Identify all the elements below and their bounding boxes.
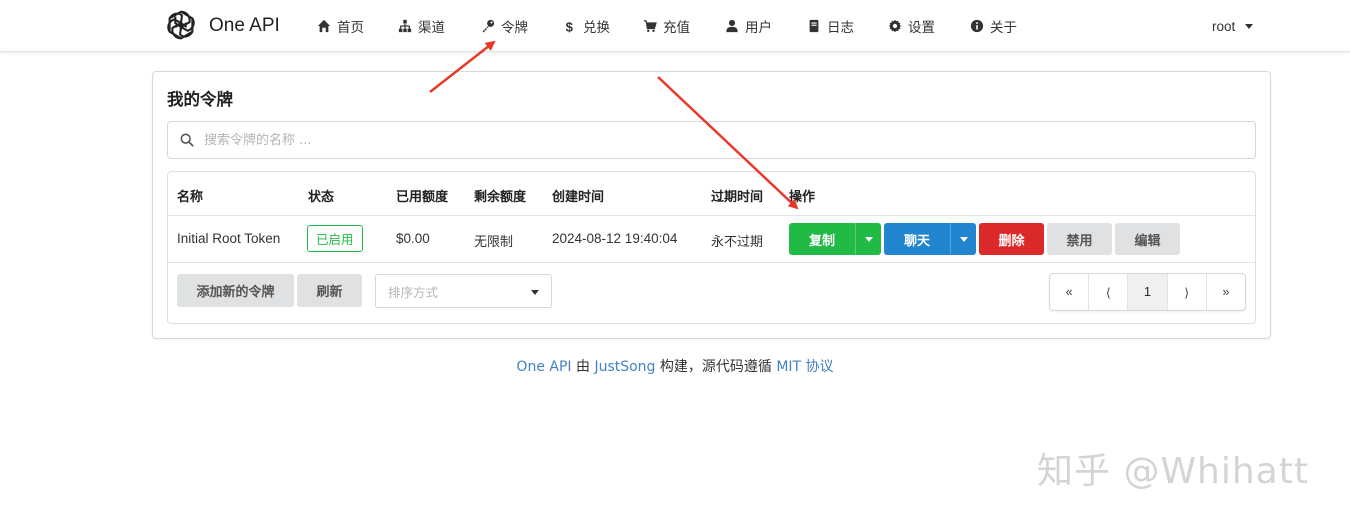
top-navbar: One API 首页 渠道 令牌 $ 兑换 充值 用户 日志 设置 关于 roo… [0, 0, 1350, 52]
home-icon [317, 19, 331, 33]
table-row: Initial Root Token 已启用 $0.00 无限制 2024-08… [168, 216, 1255, 263]
status-badge: 已启用 [307, 225, 363, 252]
user-menu[interactable]: root [1212, 14, 1254, 38]
user-icon [726, 19, 738, 33]
nav-item-channels[interactable]: 渠道 [398, 14, 445, 38]
info-icon [970, 19, 984, 33]
nav-item-tokens[interactable]: 令牌 [481, 14, 528, 38]
nav-item-label: 渠道 [418, 20, 445, 36]
nav-item-label: 日志 [827, 20, 854, 36]
key-icon [482, 19, 495, 33]
nav-item-label: 兑换 [583, 20, 610, 36]
nav-item-label: 关于 [990, 20, 1017, 36]
nav-item-logs[interactable]: 日志 [807, 14, 854, 38]
search-box[interactable] [167, 121, 1256, 159]
page-last-button[interactable]: » [1207, 274, 1245, 310]
footer-project-link[interactable]: One API [516, 359, 571, 375]
sitemap-icon [398, 19, 412, 33]
token-name: Initial Root Token [177, 231, 281, 246]
token-remaining: 无限制 [474, 235, 514, 250]
sort-select-placeholder: 排序方式 [388, 284, 439, 300]
table-header: 名称 状态 已用额度 剩余额度 创建时间 过期时间 操作 [168, 172, 1255, 216]
nav-item-home[interactable]: 首页 [317, 14, 364, 38]
cart-icon [643, 20, 657, 33]
chevron-down-icon [864, 236, 873, 242]
page-first-button[interactable]: « [1050, 274, 1090, 310]
edit-button[interactable]: 编辑 [1115, 223, 1180, 255]
dollar-icon: $ [566, 19, 574, 33]
brand-name: One API [209, 15, 280, 36]
refresh-button[interactable]: 刷新 [297, 274, 362, 307]
gear-icon [888, 19, 902, 33]
site-footer: One API 由 JustSong 构建，源代码遵循 MIT 协议 [0, 356, 1350, 376]
nav-item-topup[interactable]: 充值 [643, 14, 690, 38]
search-input[interactable] [204, 132, 1204, 148]
chevron-down-icon [531, 290, 539, 295]
copy-dropdown-toggle[interactable] [855, 223, 881, 255]
nav-item-label: 用户 [745, 20, 772, 36]
column-header-used[interactable]: 已用额度 [396, 186, 448, 205]
tokens-table: 名称 状态 已用额度 剩余额度 创建时间 过期时间 操作 Initial Roo… [167, 171, 1256, 324]
nav-item-redeem[interactable]: $ 兑换 [563, 14, 610, 38]
nav-item-settings[interactable]: 设置 [888, 14, 935, 38]
nav-item-users[interactable]: 用户 [725, 14, 772, 38]
token-expires: 永不过期 [711, 235, 764, 250]
column-header-remaining[interactable]: 剩余额度 [474, 186, 526, 205]
page-next-button[interactable]: ⟩ [1168, 274, 1207, 310]
token-created: 2024-08-12 19:40:04 [552, 231, 678, 246]
username: root [1212, 18, 1236, 34]
chat-button[interactable]: 聊天 [884, 223, 976, 255]
add-token-button[interactable]: 添加新的令牌 [177, 274, 294, 307]
footer-author-link[interactable]: JustSong [594, 359, 655, 375]
search-icon [180, 133, 194, 147]
disable-button[interactable]: 禁用 [1047, 223, 1112, 255]
openai-logo-icon [167, 10, 195, 40]
chat-button-label: 聊天 [903, 233, 930, 249]
footer-text: 由 [571, 359, 595, 375]
column-header-status[interactable]: 状态 [308, 186, 334, 205]
nav-item-about[interactable]: 关于 [970, 14, 1017, 38]
table-footer: 添加新的令牌 刷新 排序方式 « ⟨ 1 ⟩ » [168, 263, 1255, 323]
page-prev-button[interactable]: ⟨ [1089, 274, 1129, 310]
tokens-card: 我的令牌 名称 状态 已用额度 剩余额度 创建时间 过期时间 操作 Initia… [152, 71, 1271, 339]
nav-item-label: 令牌 [501, 20, 528, 36]
book-icon [809, 19, 819, 33]
chevron-down-icon [1245, 23, 1254, 29]
column-header-expires[interactable]: 过期时间 [711, 186, 763, 205]
copy-button[interactable]: 复制 [789, 223, 881, 255]
footer-license-link[interactable]: MIT 协议 [776, 359, 833, 375]
sort-select[interactable]: 排序方式 [375, 274, 552, 308]
column-header-actions: 操作 [789, 190, 816, 205]
token-used: $0.00 [396, 231, 430, 246]
brand[interactable]: One API [162, 7, 280, 45]
page-title: 我的令牌 [167, 90, 233, 109]
chevron-down-icon [959, 236, 968, 242]
copy-button-label: 复制 [808, 233, 835, 249]
column-header-name[interactable]: 名称 [177, 186, 203, 205]
page-current-button[interactable]: 1 [1128, 274, 1168, 310]
column-header-created[interactable]: 创建时间 [552, 186, 604, 205]
chat-dropdown-toggle[interactable] [950, 223, 976, 255]
delete-button[interactable]: 删除 [979, 223, 1044, 255]
svg-text:$: $ [566, 19, 574, 33]
nav-item-label: 首页 [337, 20, 364, 36]
pagination: « ⟨ 1 ⟩ » [1049, 273, 1246, 311]
footer-text: 构建，源代码遵循 [655, 359, 777, 375]
nav-item-label: 设置 [908, 20, 935, 36]
watermark: 知乎 @Whihatt [1037, 451, 1309, 492]
nav-item-label: 充值 [663, 20, 690, 36]
